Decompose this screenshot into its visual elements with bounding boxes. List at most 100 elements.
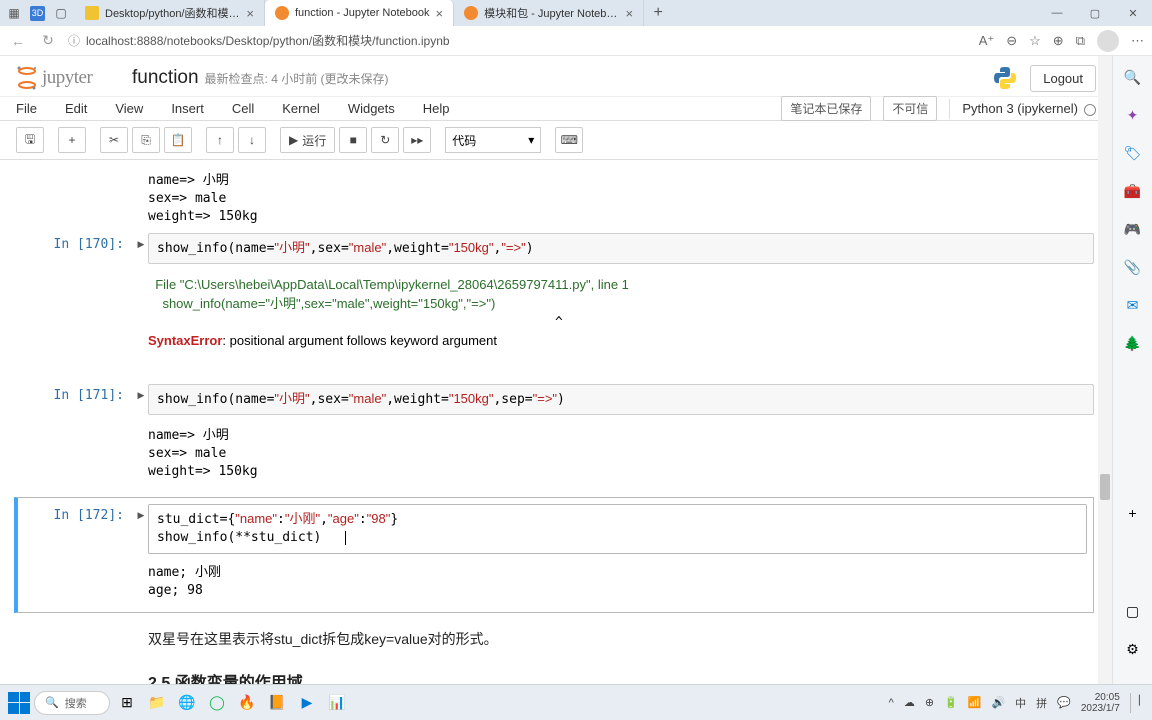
- url-text: localhost:8888/notebooks/Desktop/python/…: [86, 32, 450, 49]
- url-box[interactable]: ⓘ localhost:8888/notebooks/Desktop/pytho…: [68, 32, 969, 49]
- command-palette-button[interactable]: ⌨: [555, 127, 583, 153]
- show-desktop[interactable]: ❘: [1130, 693, 1144, 713]
- edge-icon[interactable]: 🌐: [174, 690, 200, 716]
- tab-actions-icon[interactable]: ▦: [6, 5, 22, 21]
- ime-lang[interactable]: 中: [1015, 695, 1026, 711]
- read-aloud-icon[interactable]: A⁺: [979, 33, 995, 49]
- app-icon[interactable]: 🔥: [234, 690, 260, 716]
- vertical-scrollbar[interactable]: [1098, 56, 1112, 684]
- browser-tab[interactable]: 模块和包 - Jupyter Notebook ×: [454, 0, 644, 26]
- wifi-icon[interactable]: 📶: [968, 696, 982, 709]
- taskbar-search[interactable]: 🔍 搜索: [34, 691, 110, 715]
- scroll-thumb[interactable]: [1100, 474, 1110, 500]
- office-icon[interactable]: 📎: [1124, 258, 1142, 276]
- tools-icon[interactable]: 🧰: [1124, 182, 1142, 200]
- new-tab-button[interactable]: +: [644, 0, 672, 26]
- system-tray[interactable]: ^ ☁ ⊕ 🔋 📶 🔊 中 拼 💬 20:05 2023/1/7 ❘: [889, 692, 1144, 714]
- kernel-name[interactable]: Python 3 (ipykernel): [962, 101, 1096, 116]
- onedrive-icon[interactable]: ☁: [904, 696, 915, 709]
- app-icon[interactable]: 📊: [324, 690, 350, 716]
- jupyter-header: jupyter function 最新检查点: 4 小时前 (更改未保存) Lo…: [0, 56, 1112, 96]
- task-view-icon[interactable]: ⊞: [114, 690, 140, 716]
- trust-button[interactable]: 不可信: [883, 96, 937, 121]
- code-input[interactable]: show_info(name="小明",sex="male",weight="1…: [148, 233, 1094, 264]
- notifications-icon[interactable]: 💬: [1057, 696, 1071, 709]
- browser-tabs: Desktop/python/函数和模块/ × function - Jupyt…: [75, 0, 1038, 26]
- shopping-icon[interactable]: 🏷: [1124, 144, 1142, 162]
- volume-icon[interactable]: 🔊: [991, 696, 1005, 709]
- start-button[interactable]: [8, 692, 30, 714]
- profile-avatar[interactable]: [1097, 30, 1119, 52]
- battery-icon[interactable]: 🔋: [944, 696, 958, 709]
- menu-insert[interactable]: Insert: [171, 101, 204, 116]
- outlook-icon[interactable]: ✉: [1124, 296, 1142, 314]
- jupyter-logo[interactable]: jupyter: [16, 64, 120, 92]
- zoom-icon[interactable]: ⊖: [1006, 33, 1017, 49]
- cut-button[interactable]: ✂: [100, 127, 128, 153]
- markdown-cell[interactable]: 双星号在这里表示将stu_dict拆包成key=value对的形式。: [148, 621, 1094, 661]
- notebook-title[interactable]: function: [132, 67, 199, 89]
- search-icon[interactable]: 🔍: [1124, 68, 1142, 86]
- close-icon[interactable]: ×: [246, 6, 254, 21]
- interrupt-button[interactable]: ■: [339, 127, 367, 153]
- restart-button[interactable]: ↻: [371, 127, 399, 153]
- discover-icon[interactable]: ✦: [1124, 106, 1142, 124]
- close-icon[interactable]: ×: [436, 6, 444, 21]
- celltype-select[interactable]: 代码▾: [445, 127, 541, 153]
- favorites-icon[interactable]: ☆: [1029, 33, 1041, 49]
- menu-file[interactable]: File: [16, 101, 37, 116]
- ime-mode[interactable]: 拼: [1036, 695, 1047, 711]
- menu-cell[interactable]: Cell: [232, 101, 254, 116]
- collections-icon[interactable]: ⊕: [1053, 33, 1064, 49]
- menu-view[interactable]: View: [115, 101, 143, 116]
- explorer-icon[interactable]: 📁: [144, 690, 170, 716]
- collapser-icon[interactable]: ▶: [134, 384, 148, 415]
- collapser-icon[interactable]: ▶: [134, 233, 148, 264]
- more-icon[interactable]: ⋯: [1131, 33, 1144, 49]
- collapser-icon[interactable]: ▶: [134, 504, 148, 606]
- chevron-up-icon[interactable]: ^: [889, 697, 894, 709]
- powerpoint-icon[interactable]: 📙: [264, 690, 290, 716]
- menu-kernel[interactable]: Kernel: [282, 101, 320, 116]
- maximize-button[interactable]: ▢: [1076, 0, 1114, 26]
- menu-help[interactable]: Help: [423, 101, 450, 116]
- code-cell-selected[interactable]: In [172]: ▶ stu_dict={"name":"小刚","age":…: [14, 497, 1094, 613]
- python-logo-icon: [992, 65, 1018, 91]
- site-info-icon[interactable]: ⓘ: [68, 32, 80, 49]
- refresh-button[interactable]: ↻: [38, 32, 58, 49]
- paste-button[interactable]: 📋: [164, 127, 192, 153]
- save-button[interactable]: 🖫: [16, 127, 44, 153]
- games-icon[interactable]: 🎮: [1124, 220, 1142, 238]
- app-icon[interactable]: ▶: [294, 690, 320, 716]
- add-cell-button[interactable]: +: [58, 127, 86, 153]
- clock[interactable]: 20:05 2023/1/7: [1081, 692, 1120, 714]
- logout-button[interactable]: Logout: [1030, 65, 1096, 92]
- restart-run-all-button[interactable]: ▸▸: [403, 127, 431, 153]
- markdown-heading[interactable]: 2.5 函数变量的作用域: [148, 661, 1094, 684]
- move-down-button[interactable]: ↓: [238, 127, 266, 153]
- move-up-button[interactable]: ↑: [206, 127, 234, 153]
- app-icon[interactable]: ◯: [204, 690, 230, 716]
- back-button[interactable]: ←: [8, 33, 28, 49]
- settings-icon[interactable]: ⚙: [1124, 640, 1142, 658]
- cell-output: name; 小刚 age; 98: [148, 554, 1087, 606]
- browser-tab[interactable]: function - Jupyter Notebook ×: [265, 0, 454, 26]
- menu-edit[interactable]: Edit: [65, 101, 87, 116]
- copy-button[interactable]: ⎘: [132, 127, 160, 153]
- browser-tab[interactable]: Desktop/python/函数和模块/ ×: [75, 0, 265, 26]
- menu-widgets[interactable]: Widgets: [348, 101, 395, 116]
- cell-output: name=> 小明 sex=> male weight=> 150kg: [148, 423, 1094, 488]
- code-input[interactable]: show_info(name="小明",sex="male",weight="1…: [148, 384, 1094, 415]
- add-icon[interactable]: +: [1124, 504, 1142, 522]
- minimize-button[interactable]: —: [1038, 0, 1076, 26]
- close-window-button[interactable]: ✕: [1114, 0, 1152, 26]
- security-icon[interactable]: ⊕: [925, 696, 934, 709]
- run-button[interactable]: ▶ 运行: [280, 127, 335, 153]
- code-input[interactable]: stu_dict={"name":"小刚","age":"98"} show_i…: [148, 504, 1087, 553]
- extensions-icon[interactable]: ⧉: [1076, 33, 1085, 49]
- code-cell[interactable]: In [171]: ▶ show_info(name="小明",sex="mal…: [18, 384, 1094, 415]
- close-icon[interactable]: ×: [626, 6, 634, 21]
- code-cell[interactable]: In [170]: ▶ show_info(name="小明",sex="mal…: [18, 233, 1094, 264]
- hide-sidebar-icon[interactable]: ▢: [1124, 602, 1142, 620]
- tree-icon[interactable]: 🌲: [1124, 334, 1142, 352]
